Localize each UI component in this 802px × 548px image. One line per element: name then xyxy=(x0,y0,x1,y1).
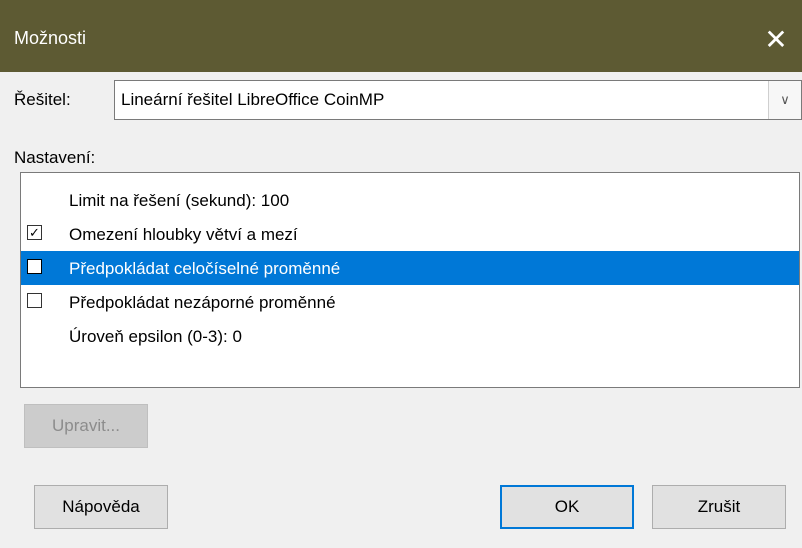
checkbox[interactable] xyxy=(27,293,42,308)
edit-button[interactable]: Upravit... xyxy=(24,404,148,448)
ok-button[interactable]: OK xyxy=(500,485,634,529)
help-button[interactable]: Nápověda xyxy=(34,485,168,529)
checkbox[interactable] xyxy=(27,259,42,274)
dialog-title: Možnosti xyxy=(14,28,87,48)
settings-item-assume-integer[interactable]: Předpokládat celočíselné proměnné xyxy=(21,251,799,285)
solver-label: Řešitel: xyxy=(14,90,71,109)
settings-item-label: Limit na řešení (sekund): 100 xyxy=(69,191,290,210)
settings-item-label: Předpokládat celočíselné proměnné xyxy=(69,259,341,278)
close-icon[interactable]: ✕ xyxy=(750,18,802,62)
checkbox[interactable]: ✓ xyxy=(27,225,42,240)
title-bar: Možnosti ✕ xyxy=(0,0,802,72)
settings-list[interactable]: Limit na řešení (sekund): 100 ✓ Omezení … xyxy=(20,172,800,388)
settings-item-assume-nonnegative[interactable]: Předpokládat nezáporné proměnné xyxy=(21,285,799,319)
settings-item-label: Omezení hloubky větví a mezí xyxy=(69,225,298,244)
options-dialog: Možnosti ✕ Řešitel: Lineární řešitel Lib… xyxy=(0,0,802,548)
settings-item-epsilon-level[interactable]: Úroveň epsilon (0-3): 0 xyxy=(21,319,799,353)
settings-item-label: Předpokládat nezáporné proměnné xyxy=(69,293,336,312)
cancel-button[interactable]: Zrušit xyxy=(652,485,786,529)
settings-label: Nastavení: xyxy=(14,148,96,167)
solver-selected-value: Lineární řešitel LibreOffice CoinMP xyxy=(121,90,385,109)
settings-item-label: Úroveň epsilon (0-3): 0 xyxy=(69,327,242,346)
chevron-down-icon[interactable]: ∨ xyxy=(768,81,801,119)
settings-item-branch-bound-depth[interactable]: ✓ Omezení hloubky větví a mezí xyxy=(21,217,799,251)
solver-select[interactable]: Lineární řešitel LibreOffice CoinMP ∨ xyxy=(114,80,802,120)
settings-item-time-limit[interactable]: Limit na řešení (sekund): 100 xyxy=(21,183,799,217)
